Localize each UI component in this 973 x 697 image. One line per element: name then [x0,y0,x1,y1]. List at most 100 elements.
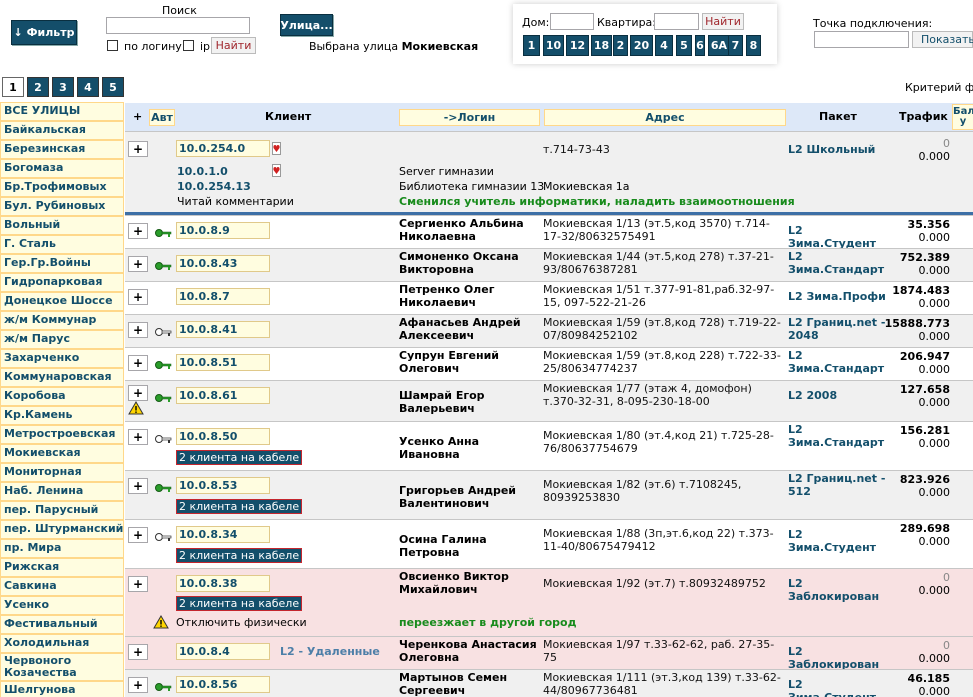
street-item[interactable]: Холодильная [0,634,124,653]
street-item[interactable]: ж/м Парус [0,330,124,349]
client-name[interactable]: Шамрай Егор Валерьевич [399,389,539,415]
house-button[interactable]: 12 [566,35,589,56]
street-item[interactable]: Донецкое Шоссе [0,292,124,311]
street-item[interactable]: Рижская [0,558,124,577]
ip-field[interactable]: 10.0.8.51 [176,354,270,371]
expand-button[interactable]: + [128,576,148,592]
client-name[interactable]: Черенкова Анастасия Олеговна [399,638,539,664]
street-item[interactable]: Червоного Козачества [0,653,124,681]
client-name[interactable]: Супрун Евгений Олегович [399,349,539,375]
expand-button[interactable]: + [128,355,148,371]
auth-key-inactive-icon[interactable] [155,327,172,337]
expand-button[interactable]: + [128,322,148,338]
ip-field[interactable]: 10.0.8.56 [176,676,270,693]
street-item[interactable]: Фестивальный [0,615,124,634]
page-button-3[interactable]: 3 [52,77,74,97]
auth-key-inactive-icon[interactable] [155,532,172,542]
street-item[interactable]: пр. Мира [0,539,124,558]
expand-button[interactable]: + [128,644,148,660]
auth-key-active-icon[interactable] [155,393,172,403]
house-button[interactable]: 6А [708,35,730,56]
expand-button[interactable]: + [128,677,148,693]
expand-button[interactable]: + [128,527,148,543]
col-auth[interactable]: Авт [149,109,175,126]
house-button[interactable]: 7 [728,35,743,56]
street-item[interactable]: Мониторная [0,463,124,482]
house-button[interactable]: 2 [613,35,628,56]
expand-button[interactable]: + [128,478,148,494]
connection-point-input[interactable] [814,31,909,48]
client-name[interactable]: Овсиенко Виктор Михайлович [399,570,539,596]
house-button[interactable]: 10 [543,35,564,56]
client-name[interactable]: Григорьев Андрей Валентинович [399,484,539,510]
street-item[interactable]: Кр.Камень [0,406,124,425]
auth-key-active-icon[interactable] [155,228,172,238]
ip-sub-1[interactable]: 10.0.1.0 [177,165,228,178]
cable-warning[interactable]: 2 клиента на кабеле [176,499,303,514]
login-group[interactable]: L2 - Удаленные [280,645,380,658]
col-balance[interactable]: Бал у [952,104,973,130]
house-input[interactable] [550,13,594,30]
by-login-checkbox[interactable] [107,40,118,51]
house-button[interactable]: 1 [523,35,540,56]
expand-button[interactable]: + [128,385,148,401]
street-item[interactable]: Коммунаровская [0,368,124,387]
house-button[interactable]: 20 [630,35,653,56]
street-item[interactable]: Мокиевская [0,444,124,463]
expand-button[interactable]: + [128,141,148,157]
street-item[interactable]: Гидропарковая [0,273,124,292]
cable-warning[interactable]: 2 клиента на кабеле [176,548,303,563]
expand-button[interactable]: + [128,289,148,305]
col-address[interactable]: Адрес [544,109,786,126]
cable-warning[interactable]: 2 клиента на кабеле [176,450,303,465]
search-find-button[interactable]: Найти [211,37,256,54]
client-name[interactable]: Афанасьев Андрей Алексеевич [399,316,539,342]
filter-button[interactable]: ↓ Фильтр [11,20,77,45]
house-button[interactable]: 6 [695,35,705,56]
street-button[interactable]: Улица... [280,14,333,36]
house-button[interactable]: 18 [591,35,612,56]
expand-button[interactable]: + [128,223,148,239]
street-item[interactable]: Г. Сталь [0,235,124,254]
street-item[interactable]: Коробова [0,387,124,406]
client-name[interactable]: Сергиенко Альбина Николаевна [399,217,539,243]
ip-field[interactable]: 10.0.8.61 [176,387,270,404]
house-button[interactable]: 5 [676,35,692,56]
expand-button[interactable]: + [128,429,148,445]
page-button-2[interactable]: 2 [27,77,49,97]
show-button[interactable]: Показать [912,31,973,48]
ip-field[interactable]: 10.0.8.9 [176,222,270,239]
client-name[interactable]: Мартынов Семен Сергеевич [399,671,539,697]
client-name[interactable]: Симоненко Оксана Викторовна [399,250,539,276]
street-item[interactable]: ВСЕ УЛИЦЫ [0,102,124,121]
street-item[interactable]: Богомаза [0,159,124,178]
expand-button[interactable]: + [128,256,148,272]
auth-key-inactive-icon[interactable] [155,434,172,444]
street-item[interactable]: Вольный [0,216,124,235]
ip-field[interactable]: 10.0.8.4 [176,643,270,660]
street-item[interactable]: Бул. Рубиновых [0,197,124,216]
search-input[interactable] [106,17,250,34]
street-item[interactable]: Савкина [0,577,124,596]
auth-key-active-icon[interactable] [155,682,172,692]
auth-key-active-icon[interactable] [155,261,172,271]
client-name[interactable]: Осина Галина Петровна [399,533,539,559]
ip-checkbox[interactable] [183,40,194,51]
ip-field[interactable]: 10.0.8.34 [176,526,270,543]
ip-field[interactable]: 10.0.8.7 [176,288,270,305]
ip-field[interactable]: 10.0.8.50 [176,428,270,445]
street-item[interactable]: Бр.Трофимовых [0,178,124,197]
ip-field[interactable]: 10.0.8.43 [176,255,270,272]
ip-field[interactable]: 10.0.8.53 [176,477,270,494]
client-name[interactable]: Петренко Олег Николаевич [399,283,539,309]
street-item[interactable]: Захарченко [0,349,124,368]
street-item[interactable]: пер. Парусный [0,501,124,520]
street-item[interactable]: Метростроевская [0,425,124,444]
ip-field[interactable]: 10.0.8.38 [176,575,270,592]
page-button-1[interactable]: 1 [2,77,24,97]
street-item[interactable]: Байкальская [0,121,124,140]
cable-warning[interactable]: 2 клиента на кабеле [176,596,303,611]
ip-sub-2[interactable]: 10.0.254.13 [177,180,251,193]
street-item[interactable]: Гер.Гр.Войны [0,254,124,273]
auth-key-active-icon[interactable] [155,483,172,493]
